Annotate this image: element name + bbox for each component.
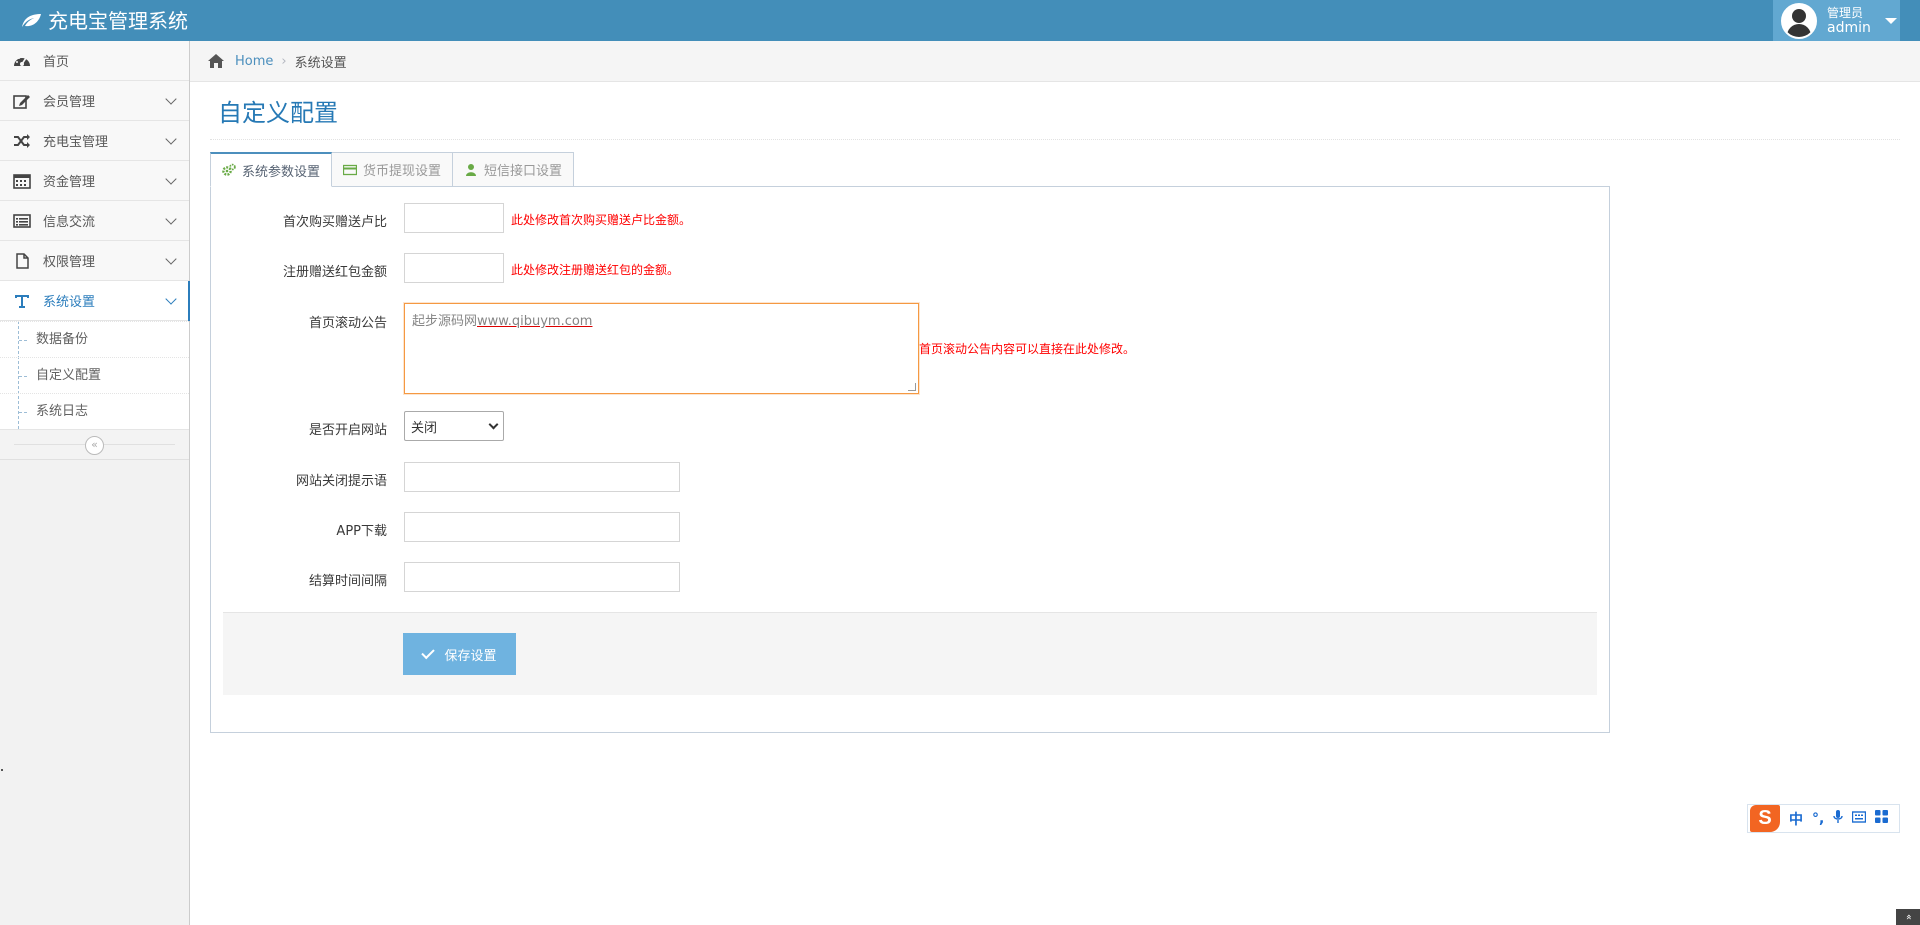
field-label: APP下载 [336, 524, 387, 539]
brand[interactable]: 充电宝管理系统 [20, 0, 188, 41]
tab-label: 货币提现设置 [363, 164, 442, 179]
chevron-down-icon [165, 133, 177, 145]
sidebar-item-label: 首页 [43, 55, 70, 70]
sidebar-item-system-settings[interactable]: 系统设置 [0, 281, 190, 321]
tab-bar: 系统参数设置 货币提现设置 短信接口设置 [210, 152, 575, 187]
scroll-to-top-button[interactable]: « [1896, 909, 1920, 925]
user-name: admin [1827, 19, 1871, 36]
sidebar-item-home[interactable]: 首页 [0, 41, 189, 81]
edit-icon [12, 92, 32, 110]
sidebar-item-label: 权限管理 [43, 255, 96, 270]
settlement-interval-input[interactable] [404, 562, 680, 592]
sidebar-item-label: 充电宝管理 [43, 135, 109, 150]
sidebar-item-members[interactable]: 会员管理 [0, 81, 189, 121]
stray-dot [1, 769, 3, 771]
field-label: 网站关闭提示语 [295, 474, 387, 489]
sidebar-item-label: 系统设置 [43, 295, 96, 310]
submenu-system-settings: 数据备份 自定义配置 系统日志 [0, 321, 189, 430]
sidebar: 首页 会员管理 充电宝管理 资金管理 信息交流 权限管理 系统设置 数据备份 自… [0, 41, 190, 925]
field-label: 注册赠送红包金额 [282, 265, 387, 280]
cogs-icon [222, 163, 236, 177]
site-closed-message-input[interactable] [404, 462, 680, 492]
breadcrumb-home-link[interactable]: Home [235, 54, 273, 69]
help-text: 首页滚动公告内容可以直接在此处修改。 [919, 342, 1136, 356]
dashboard-icon [12, 52, 32, 70]
sidebar-item-label: 资金管理 [43, 175, 96, 190]
help-text: 此处修改首次购买赠送卢比金额。 [511, 213, 692, 227]
breadcrumb-current: 系统设置 [294, 55, 347, 71]
breadcrumb: Home › 系统设置 [190, 41, 1920, 82]
keyboard-icon[interactable] [1852, 810, 1867, 827]
app-title: 充电宝管理系统 [48, 8, 188, 33]
tab-label: 短信接口设置 [484, 164, 563, 179]
field-label: 结算时间间隔 [308, 574, 387, 589]
top-navbar: 充电宝管理系统 管理员 admin [0, 0, 1920, 41]
sidebar-item-label: 信息交流 [43, 215, 96, 230]
user-role: 管理员 [1827, 5, 1864, 20]
grid-icon[interactable] [1875, 810, 1889, 827]
first-purchase-bonus-input[interactable] [404, 203, 504, 233]
user-icon [464, 163, 478, 177]
tab-withdraw[interactable]: 货币提现设置 [331, 152, 454, 187]
tab-label: 系统参数设置 [242, 164, 321, 180]
submenu-item-system-log[interactable]: 系统日志 [0, 393, 189, 429]
resize-handle[interactable] [908, 383, 916, 391]
field-label: 首次购买赠送卢比 [282, 215, 387, 230]
chevron-down-icon [165, 93, 177, 105]
user-menu[interactable]: 管理员 admin [1773, 0, 1900, 41]
page-title: 自定义配置 [218, 99, 338, 127]
credit-card-icon [343, 163, 358, 177]
breadcrumb-separator: › [281, 53, 287, 69]
caret-down-icon [1884, 17, 1897, 24]
collapse-sidebar-button[interactable]: « [85, 436, 104, 455]
random-icon [12, 132, 32, 150]
chevron-down-icon [165, 173, 177, 185]
app-download-input[interactable] [404, 512, 680, 542]
sidebar-item-permissions[interactable]: 权限管理 [0, 241, 189, 281]
announcement-textarea[interactable]: 起步源码网www.qibuym.com [404, 303, 919, 394]
text-icon [12, 292, 32, 310]
divider [210, 139, 1900, 140]
file-icon [12, 252, 32, 270]
sidebar-collapse-bar: « [0, 430, 189, 460]
ime-punctuation[interactable]: °, [1812, 811, 1824, 827]
check-icon [421, 645, 436, 660]
sidebar-item-messages[interactable]: 信息交流 [0, 201, 189, 241]
tab-panel-system-params: 首次购买赠送卢比 此处修改首次购买赠送卢比金额。 注册赠送红包金额 此处修改注册… [210, 186, 1610, 733]
ime-chinese-mode[interactable]: 中 [1789, 809, 1803, 829]
submenu-item-backup[interactable]: 数据备份 [0, 321, 189, 357]
site-open-select[interactable]: 关闭 [404, 411, 504, 441]
tab-sms[interactable]: 短信接口设置 [452, 152, 575, 187]
field-label: 首页滚动公告 [308, 316, 387, 331]
submenu-item-custom-config[interactable]: 自定义配置 [0, 357, 189, 393]
field-label: 是否开启网站 [308, 423, 387, 438]
help-text: 此处修改注册赠送红包的金额。 [511, 263, 680, 277]
sogou-logo-icon[interactable]: S [1750, 805, 1780, 832]
form-actions: 保存设置 [223, 612, 1597, 695]
save-settings-button[interactable]: 保存设置 [403, 633, 516, 675]
calendar-icon [12, 172, 32, 190]
list-alt-icon [12, 212, 32, 230]
sidebar-item-label: 会员管理 [43, 95, 96, 110]
register-bonus-input[interactable] [404, 253, 504, 283]
home-icon [208, 54, 224, 68]
chevron-down-icon [165, 213, 177, 225]
tab-system-params[interactable]: 系统参数设置 [210, 152, 333, 187]
chevron-down-icon [488, 419, 499, 429]
sidebar-item-funds[interactable]: 资金管理 [0, 161, 189, 201]
chevron-down-icon [165, 293, 177, 305]
ime-toolbar: S 中 °, [1747, 804, 1900, 833]
sidebar-item-powerbank[interactable]: 充电宝管理 [0, 121, 189, 161]
microphone-icon[interactable] [1833, 809, 1844, 828]
chevron-down-icon [165, 253, 177, 265]
leaf-icon [22, 13, 41, 27]
avatar [1781, 2, 1817, 39]
